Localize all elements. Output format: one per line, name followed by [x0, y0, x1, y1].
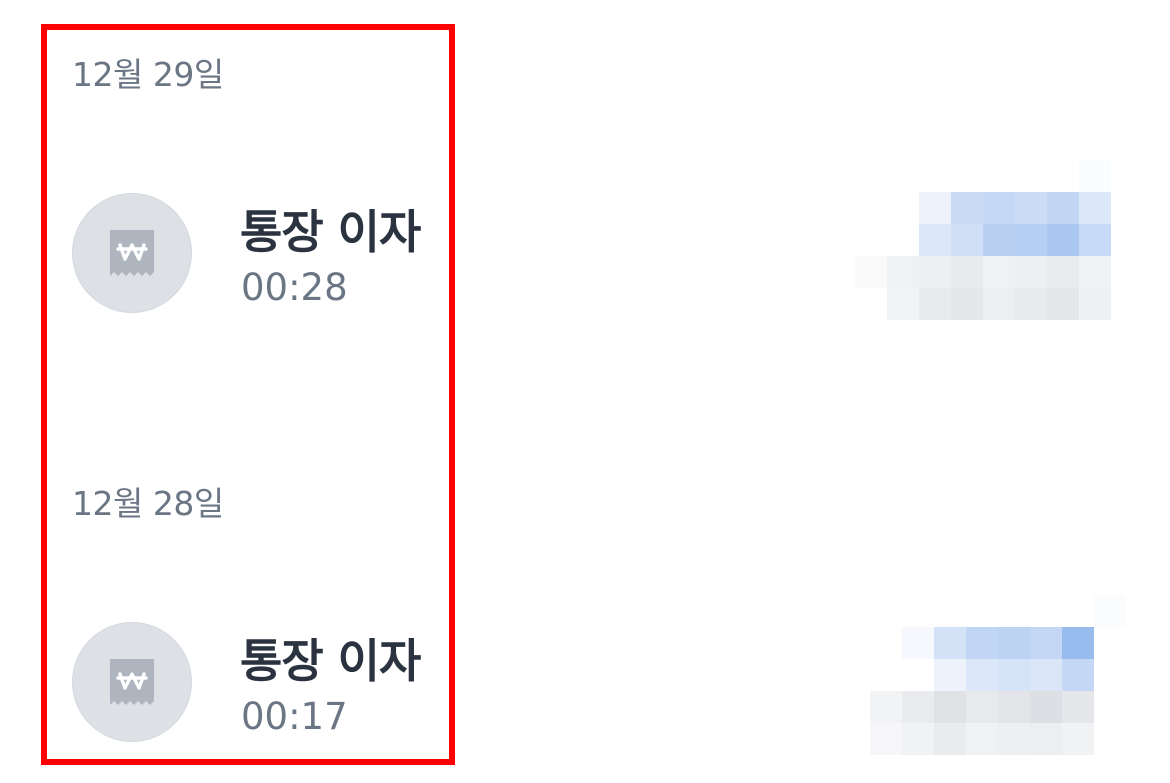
blur-pixel [951, 256, 983, 288]
blur-pixel [919, 192, 951, 224]
blur-pixel [966, 723, 998, 755]
blur-pixel [1079, 288, 1111, 320]
blur-pixel [966, 659, 998, 691]
blur-pixel [966, 691, 998, 723]
transaction-time: 00:17 [241, 695, 348, 738]
blur-pixel [1047, 192, 1079, 224]
date-header: 12월 29일 [72, 55, 224, 94]
blur-pixel [1062, 627, 1094, 659]
blur-pixel [998, 691, 1030, 723]
blur-pixel [1030, 691, 1062, 723]
blur-pixel [1079, 256, 1111, 288]
blur-pixel [934, 659, 966, 691]
blur-pixel [855, 256, 887, 288]
transaction-title[interactable]: 통장 이자 [240, 196, 421, 262]
blur-pixel [1030, 723, 1062, 755]
blur-pixel [951, 192, 983, 224]
blur-pixel [887, 256, 919, 288]
blur-pixel [902, 723, 934, 755]
blur-pixel [1079, 192, 1111, 224]
blur-pixel [1030, 627, 1062, 659]
blur-pixel [934, 627, 966, 659]
blur-pixel [983, 224, 1015, 256]
blur-pixel [1062, 659, 1094, 691]
blur-pixel [983, 256, 1015, 288]
blur-pixel [902, 627, 934, 659]
blur-pixel [919, 256, 951, 288]
blur-pixel [998, 723, 1030, 755]
blur-pixel [919, 288, 951, 320]
blur-pixel [934, 691, 966, 723]
blur-pixel [1047, 256, 1079, 288]
blur-pixel [951, 224, 983, 256]
blur-pixel [998, 659, 1030, 691]
receipt-won-icon [72, 622, 192, 742]
blur-pixel [1079, 224, 1111, 256]
blur-pixel [870, 723, 902, 755]
transaction-title[interactable]: 통장 이자 [240, 625, 421, 691]
receipt-won-icon [72, 193, 192, 313]
blur-pixel [1079, 160, 1111, 192]
blur-pixel [1047, 224, 1079, 256]
blur-pixel [1062, 691, 1094, 723]
blur-pixel [983, 192, 1015, 224]
blur-pixel [1015, 192, 1047, 224]
blur-pixel [951, 288, 983, 320]
blur-pixel [1015, 224, 1047, 256]
blur-pixel [902, 691, 934, 723]
date-header: 12월 28일 [72, 484, 224, 523]
blur-pixel [1047, 288, 1079, 320]
transaction-history-screen: 12월 29일 통장 이자 00:28 12월 28일 통장 이자 00:17 [0, 0, 1170, 783]
blur-pixel [998, 627, 1030, 659]
blur-pixel [1015, 256, 1047, 288]
blur-pixel [919, 224, 951, 256]
blur-pixel [966, 627, 998, 659]
transaction-time: 00:28 [241, 266, 348, 309]
blur-pixel [870, 691, 902, 723]
blur-pixel [983, 288, 1015, 320]
blur-pixel [1015, 288, 1047, 320]
blur-pixel [887, 288, 919, 320]
blur-pixel [934, 723, 966, 755]
blur-pixel [1094, 595, 1126, 627]
blur-pixel [1030, 659, 1062, 691]
blur-pixel [1062, 723, 1094, 755]
